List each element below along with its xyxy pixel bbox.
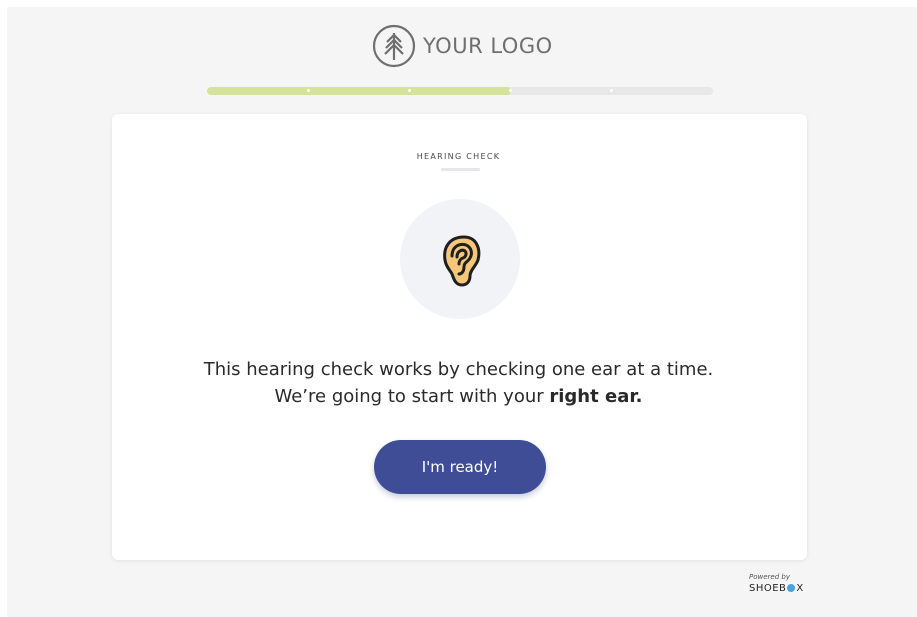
tree-icon <box>372 24 416 68</box>
instruction-line-2: We’re going to start with your right ear… <box>0 383 917 410</box>
shoebox-o-icon <box>787 584 796 592</box>
progress-fill <box>207 87 511 95</box>
ready-button[interactable]: I'm ready! <box>374 440 546 494</box>
instruction-text: This hearing check works by checking one… <box>0 356 917 410</box>
instruction-line-2-text: We’re going to start with your <box>274 386 550 407</box>
instruction-emphasis: right ear. <box>549 386 643 407</box>
logo: YOUR LOGO <box>372 24 553 68</box>
step-underline <box>441 168 480 171</box>
progress-step-dot <box>306 89 310 92</box>
instruction-line-1: This hearing check works by checking one… <box>203 359 714 380</box>
shoebox-logo: SHOEB X <box>749 583 804 594</box>
shoebox-text-suffix: X <box>796 583 804 594</box>
step-label: HEARING CHECK <box>416 152 501 161</box>
progress-bar <box>207 87 713 95</box>
progress-step-dot <box>407 89 411 92</box>
ear-icon <box>443 235 481 287</box>
powered-by-label: Powered by <box>749 573 790 581</box>
progress-step-dot <box>509 89 513 92</box>
logo-text: YOUR LOGO <box>423 34 553 58</box>
shoebox-text-prefix: SHOEB <box>749 583 787 594</box>
progress-step-dot <box>610 89 614 92</box>
